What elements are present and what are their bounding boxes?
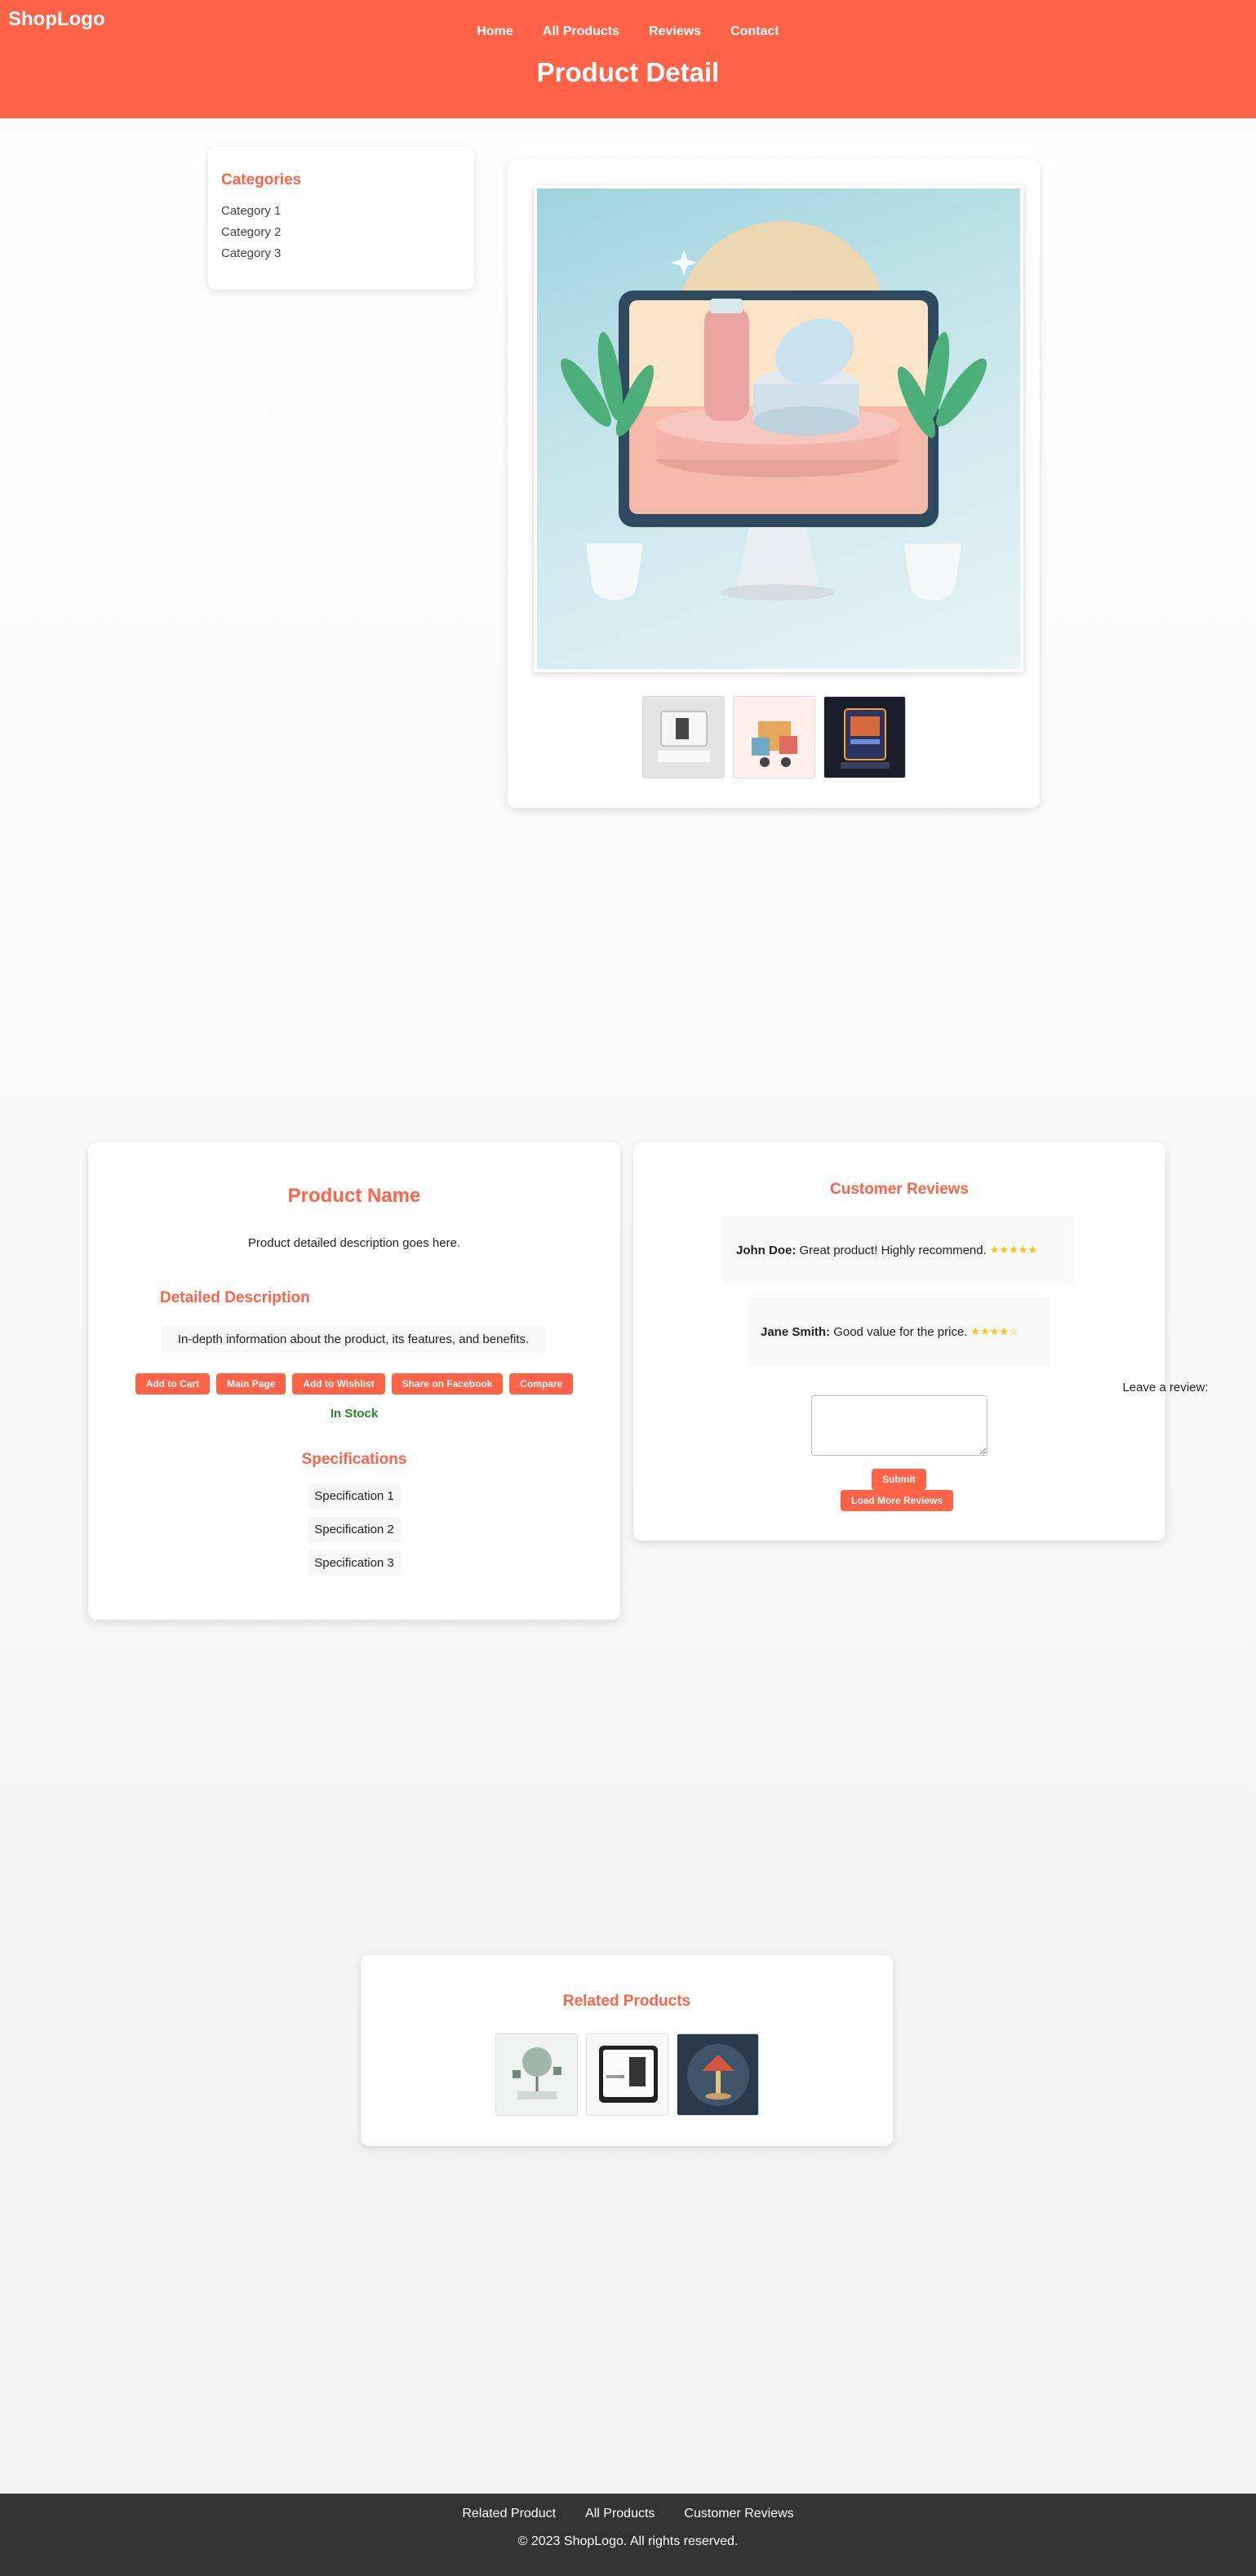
main-page-button[interactable]: Main Page [216, 1373, 286, 1394]
load-more-reviews-button[interactable]: Load More Reviews [841, 1490, 954, 1511]
footer-link-all-products[interactable]: All Products [585, 2507, 655, 2521]
add-to-wishlist-button[interactable]: Add to Wishlist [292, 1373, 385, 1394]
review-author: Jane Smith: [761, 1324, 831, 1339]
footer-link-related[interactable]: Related Product [462, 2507, 556, 2521]
related-product-3[interactable] [676, 2033, 759, 2116]
category-item[interactable]: Category 3 [221, 243, 461, 264]
detailed-description-heading: Detailed Description [160, 1289, 310, 1306]
site-footer: Related Product All Products Customer Re… [0, 2494, 1256, 2576]
stock-status: In Stock [330, 1407, 379, 1421]
submit-review-button[interactable]: Submit [872, 1469, 926, 1490]
review-textarea[interactable] [811, 1395, 987, 1456]
footer-links: Related Product All Products Customer Re… [0, 2507, 1256, 2521]
nav-home[interactable]: Home [462, 24, 527, 39]
nav-all-products[interactable]: All Products [528, 24, 634, 39]
related-products: Related Products [361, 1955, 893, 2146]
thumbnail-3[interactable] [823, 696, 906, 778]
customer-reviews: Customer Reviews John Doe: Great product… [633, 1142, 1209, 1541]
add-to-cart-button[interactable]: Add to Cart [135, 1373, 211, 1394]
related-product-2[interactable] [585, 2033, 668, 2116]
related-thumbnails [361, 2033, 893, 2116]
star-rating: ★★★★☆ [970, 1325, 1019, 1337]
categories-list: Category 1 Category 2 Category 3 [221, 201, 461, 264]
product-name: Product Name [287, 1185, 421, 1207]
star-rating: ★★★★★ [989, 1244, 1038, 1256]
product-actions: Add to Cart Main Page Add to Wishlist Sh… [88, 1373, 620, 1394]
spec-item: Specification 3 [308, 1550, 401, 1576]
review-text: Good value for the price. [833, 1324, 968, 1339]
category-item[interactable]: Category 1 [221, 201, 461, 222]
footer-link-reviews[interactable]: Customer Reviews [684, 2507, 793, 2521]
review-author: John Doe: [736, 1243, 797, 1257]
review-item: Jane Smith: Good value for the price. ★★… [748, 1297, 1050, 1366]
categories-sidebar: Categories Category 1 Category 2 Categor… [208, 147, 474, 290]
specifications-list: Specification 1 Specification 2 Specific… [88, 1483, 620, 1576]
nav-contact[interactable]: Contact [716, 24, 794, 39]
related-title: Related Products [562, 1993, 691, 2010]
review-text: Great product! Highly recommend. [799, 1243, 987, 1257]
main-product-image[interactable] [534, 185, 1023, 672]
thumbnail-strip [508, 696, 1040, 778]
copyright: © 2023 ShopLogo. All rights reserved. [517, 2534, 739, 2548]
spec-item: Specification 2 [308, 1517, 401, 1542]
spec-item: Specification 1 [308, 1483, 401, 1509]
site-header: ShopLogo Home All Products Reviews Conta… [0, 0, 1256, 118]
nav-reviews[interactable]: Reviews [634, 24, 716, 39]
page-title: Product Detail [536, 57, 720, 87]
related-product-1[interactable] [495, 2033, 578, 2116]
thumbnail-1[interactable] [641, 696, 725, 778]
leave-review-label: Leave a review: [1122, 1381, 1209, 1394]
main-nav: Home All Products Reviews Contact [0, 24, 1256, 39]
category-item[interactable]: Category 2 [221, 222, 461, 243]
thumbnail-2[interactable] [732, 696, 815, 778]
reviews-title: Customer Reviews [829, 1181, 969, 1198]
review-item: John Doe: Great product! Highly recommen… [723, 1216, 1074, 1284]
product-info: Product Name Product detailed descriptio… [88, 1142, 620, 1620]
compare-button[interactable]: Compare [509, 1373, 574, 1394]
specifications-heading: Specifications [301, 1451, 407, 1468]
detailed-description-text: In-depth information about the product, … [162, 1326, 545, 1353]
product-description: Product detailed description goes here. [247, 1236, 461, 1250]
share-facebook-button[interactable]: Share on Facebook [391, 1373, 504, 1394]
categories-title: Categories [221, 171, 302, 188]
product-gallery [508, 159, 1040, 808]
